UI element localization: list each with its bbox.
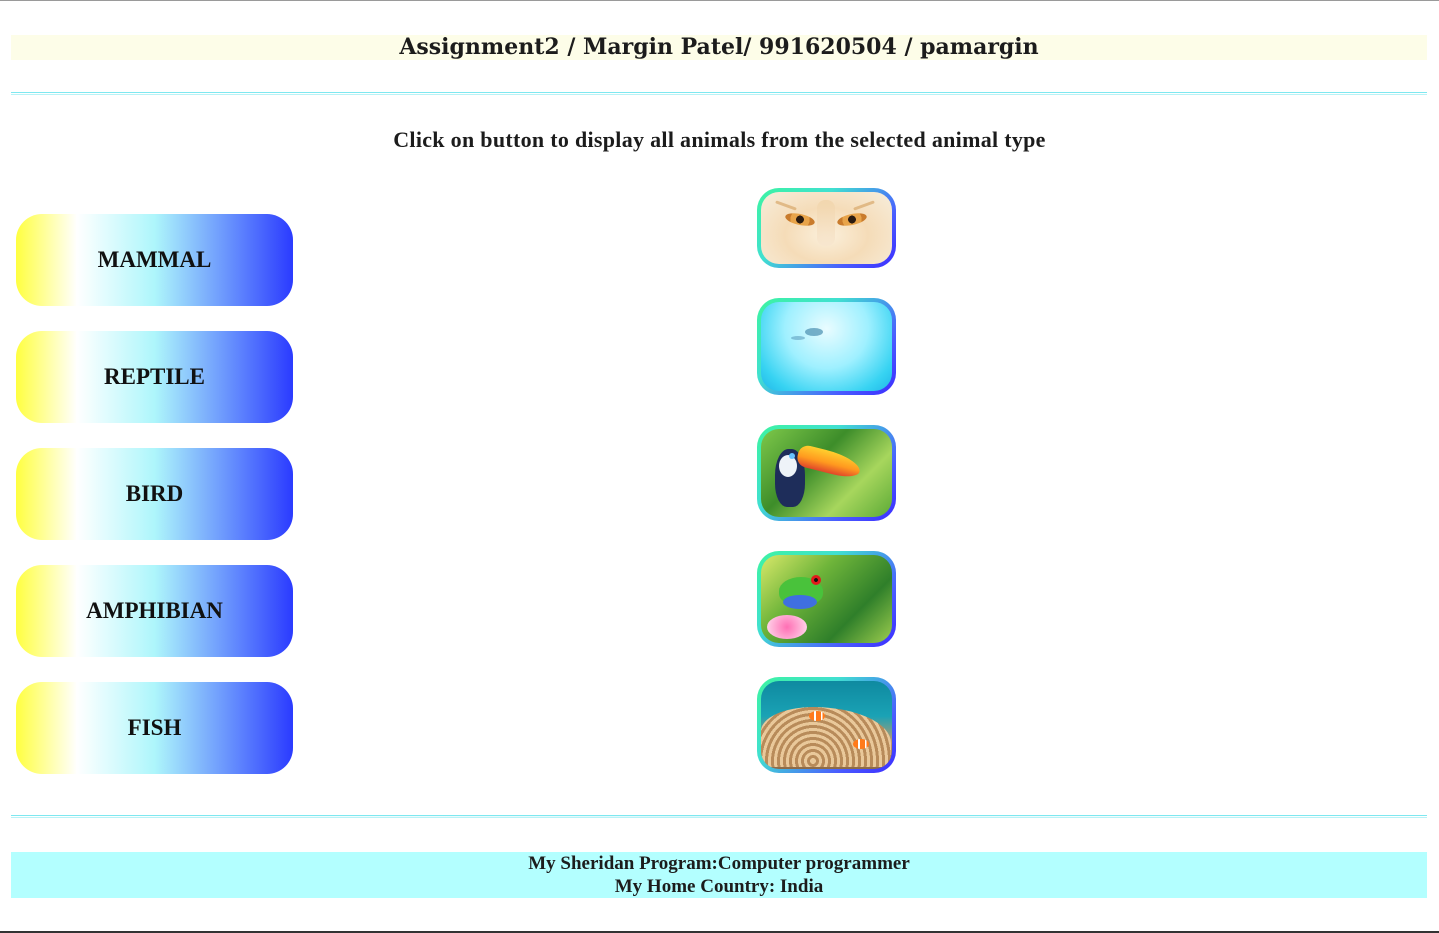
mammal-button-label: MAMMAL <box>97 247 212 272</box>
fish-button[interactable]: FISH <box>16 682 293 774</box>
clownfish-image <box>761 681 892 769</box>
tiger-eyes-image <box>761 192 892 264</box>
amphibian-button[interactable]: AMPHIBIAN <box>16 565 293 657</box>
amphibian-button-label: AMPHIBIAN <box>86 598 223 623</box>
page-title: Assignment2 / Margin Patel/ 991620504 / … <box>399 34 1039 60</box>
header-divider <box>11 92 1427 95</box>
fish-thumbnail[interactable] <box>757 677 896 773</box>
toucan-image <box>761 429 892 517</box>
footer-country: My Home Country: India <box>614 876 824 897</box>
reptile-button[interactable]: REPTILE <box>16 331 293 423</box>
top-border <box>0 0 1439 1</box>
instruction-text: Click on button to display all animals f… <box>393 127 1046 152</box>
footer-program: My Sheridan Program:Computer programmer <box>528 853 910 874</box>
tree-frog-image <box>761 555 892 643</box>
reptile-button-label: REPTILE <box>104 364 205 389</box>
footer-divider <box>11 815 1427 818</box>
amphibian-thumbnail[interactable] <box>757 551 896 647</box>
page-header: Assignment2 / Margin Patel/ 991620504 / … <box>11 35 1427 60</box>
mammal-thumbnail[interactable] <box>757 188 896 268</box>
page-footer: My Sheridan Program:Computer programmer … <box>11 852 1427 898</box>
fish-button-label: FISH <box>127 715 182 740</box>
bird-button-label: BIRD <box>125 481 184 506</box>
underwater-turtle-image <box>761 302 892 391</box>
mammal-button[interactable]: MAMMAL <box>16 214 293 306</box>
bird-thumbnail[interactable] <box>757 425 896 521</box>
reptile-thumbnail[interactable] <box>757 298 896 395</box>
bird-button[interactable]: BIRD <box>16 448 293 540</box>
